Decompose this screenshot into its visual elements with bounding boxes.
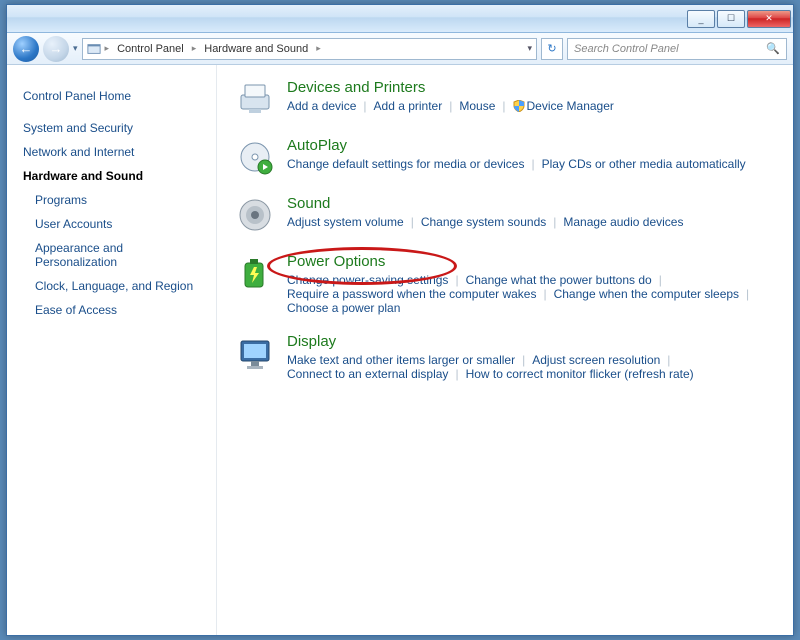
section-links: Adjust system volume | Change system sound… <box>287 215 683 229</box>
task-link[interactable]: Manage audio devices <box>563 215 683 229</box>
link-divider: | <box>455 273 458 287</box>
section-heading[interactable]: Display <box>287 333 775 350</box>
task-link[interactable]: Change system sounds <box>421 215 546 229</box>
location-icon <box>87 42 101 56</box>
link-divider: | <box>455 367 458 381</box>
task-link[interactable]: Mouse <box>459 99 495 113</box>
body: Control Panel Home System and SecurityNet… <box>7 65 793 635</box>
refresh-button[interactable]: ↻ <box>541 38 563 60</box>
navbar: ← → ▾ ▸ Control Panel ▸ Hardware and Sou… <box>7 33 793 65</box>
sidebar-item-network-and-internet[interactable]: Network and Internet <box>21 141 208 163</box>
task-link[interactable]: How to correct monitor flicker (refresh … <box>466 367 694 381</box>
link-divider: | <box>502 99 505 113</box>
link-divider: | <box>449 99 452 113</box>
section-links: Change power-saving settings|Change what… <box>287 273 775 315</box>
breadcrumb-root[interactable]: Control Panel <box>113 43 188 55</box>
link-divider: | <box>363 99 366 113</box>
back-button[interactable]: ← <box>13 36 39 62</box>
close-button[interactable]: ✕ <box>747 10 791 28</box>
address-bar[interactable]: ▸ Control Panel ▸ Hardware and Sound ▸ ▾ <box>82 38 537 60</box>
task-link[interactable]: Change power-saving settings <box>287 273 448 287</box>
history-dropdown-icon[interactable]: ▾ <box>73 43 78 54</box>
address-dropdown-icon[interactable]: ▾ <box>527 43 532 54</box>
titlebar: _ ☐ ✕ <box>7 5 793 33</box>
section-sound: Sound Adjust system volume | Change system … <box>235 195 775 235</box>
task-link[interactable]: Choose a power plan <box>287 301 400 315</box>
section-links: Add a device | Add a printer | Mouse | Device … <box>287 99 614 113</box>
task-link[interactable]: Change when the computer sleeps <box>554 287 739 301</box>
section-autoplay: AutoPlay Change default settings for medi… <box>235 137 775 177</box>
sidebar-item-clock-language-and-region[interactable]: Clock, Language, and Region <box>21 275 208 297</box>
control-panel-window: _ ☐ ✕ ← → ▾ ▸ Control Panel ▸ Hardware a… <box>6 4 794 636</box>
link-divider: | <box>659 273 662 287</box>
sidebar: Control Panel Home System and SecurityNet… <box>7 65 217 635</box>
link-divider: | <box>522 353 525 367</box>
breadcrumb-sep-icon: ▸ <box>316 43 321 54</box>
task-link[interactable]: Make text and other items larger or smal… <box>287 353 515 367</box>
link-divider: | <box>411 215 414 229</box>
autoplay-icon <box>235 137 275 177</box>
minimize-button[interactable]: _ <box>687 10 715 28</box>
task-link[interactable]: Require a password when the computer wak… <box>287 287 536 301</box>
task-link[interactable]: Connect to an external display <box>287 367 448 381</box>
task-link[interactable]: Add a printer <box>374 99 443 113</box>
content: Devices and Printers Add a device | Add a p… <box>217 65 793 635</box>
section-links: Change default settings for media or dev… <box>287 157 746 171</box>
sidebar-item-ease-of-access[interactable]: Ease of Access <box>21 299 208 321</box>
section-heading[interactable]: Sound <box>287 195 683 212</box>
link-divider: | <box>746 287 749 301</box>
task-link[interactable]: Add a device <box>287 99 356 113</box>
task-link[interactable]: Change default settings for media or dev… <box>287 157 524 171</box>
maximize-button[interactable]: ☐ <box>717 10 745 28</box>
breadcrumb-sep-icon: ▸ <box>192 43 197 54</box>
devices-and-printers-icon <box>235 79 275 119</box>
sidebar-home[interactable]: Control Panel Home <box>21 85 208 107</box>
sound-icon <box>235 195 275 235</box>
shield-icon <box>513 100 525 112</box>
power-options-icon <box>235 253 275 293</box>
search-icon: 🔍 <box>766 42 780 55</box>
task-link[interactable]: Adjust system volume <box>287 215 404 229</box>
sidebar-item-system-and-security[interactable]: System and Security <box>21 117 208 139</box>
search-input[interactable]: Search Control Panel 🔍 <box>567 38 787 60</box>
section-links: Make text and other items larger or smal… <box>287 353 775 381</box>
display-icon <box>235 333 275 373</box>
section-display: Display Make text and other items larger … <box>235 333 775 381</box>
breadcrumb-sep-icon: ▸ <box>105 43 110 54</box>
link-divider: | <box>553 215 556 229</box>
forward-button[interactable]: → <box>43 36 69 62</box>
link-divider: | <box>531 157 534 171</box>
sidebar-item-programs[interactable]: Programs <box>21 189 208 211</box>
task-link[interactable]: Device Manager <box>513 99 614 113</box>
section-power-options: Power Options Change power-saving setting… <box>235 253 775 315</box>
link-divider: | <box>667 353 670 367</box>
search-placeholder: Search Control Panel <box>574 43 679 55</box>
task-link[interactable]: Play CDs or other media automatically <box>542 157 746 171</box>
sidebar-item-hardware-and-sound[interactable]: Hardware and Sound <box>21 165 208 187</box>
section-heading[interactable]: AutoPlay <box>287 137 746 154</box>
sidebar-item-user-accounts[interactable]: User Accounts <box>21 213 208 235</box>
sidebar-item-appearance-and-personalization[interactable]: Appearance and Personalization <box>21 237 208 273</box>
breadcrumb-current[interactable]: Hardware and Sound <box>200 43 312 55</box>
link-divider: | <box>543 287 546 301</box>
task-link[interactable]: Change what the power buttons do <box>466 273 652 287</box>
section-heading[interactable]: Devices and Printers <box>287 79 614 96</box>
task-link[interactable]: Adjust screen resolution <box>532 353 660 367</box>
section-heading[interactable]: Power Options <box>287 253 775 270</box>
section-devices-and-printers: Devices and Printers Add a device | Add a p… <box>235 79 775 119</box>
